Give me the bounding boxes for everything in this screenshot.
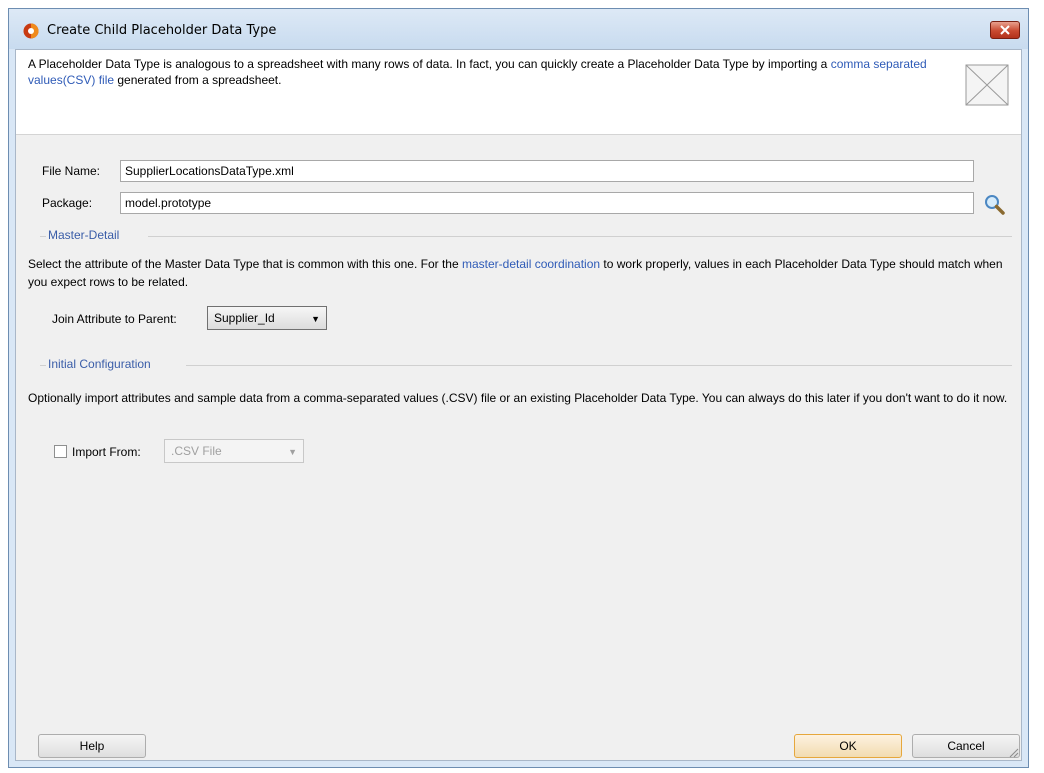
title-bar: Create Child Placeholder Data Type: [9, 9, 1028, 49]
header-text-part1: A Placeholder Data Type is analogous to …: [28, 57, 831, 71]
header-text-part2: generated from a spreadsheet.: [114, 73, 282, 87]
master-detail-coordination-link[interactable]: master-detail coordination: [462, 257, 600, 271]
dialog-window: Create Child Placeholder Data Type A Pla…: [8, 8, 1029, 768]
package-input[interactable]: model.prototype: [120, 192, 974, 214]
header-panel: A Placeholder Data Type is analogous to …: [16, 50, 1021, 135]
cancel-button[interactable]: Cancel: [912, 734, 1020, 758]
close-button[interactable]: [990, 21, 1020, 39]
join-attribute-label: Join Attribute to Parent:: [52, 312, 177, 326]
file-name-label: File Name:: [42, 164, 101, 178]
join-attribute-select[interactable]: Supplier_Id ▼: [207, 306, 327, 330]
import-from-checkbox[interactable]: [54, 445, 67, 458]
resize-grip-icon[interactable]: [1009, 748, 1019, 758]
import-from-label: Import From:: [72, 445, 141, 459]
initial-configuration-description: Optionally import attributes and sample …: [28, 391, 1008, 405]
master-detail-description: Select the attribute of the Master Data …: [28, 255, 1018, 291]
close-icon: [1000, 25, 1010, 35]
master-detail-text-part1: Select the attribute of the Master Data …: [28, 257, 462, 271]
separator-line: [186, 365, 1012, 366]
separator-line: [40, 236, 46, 237]
help-button[interactable]: Help: [38, 734, 146, 758]
search-icon[interactable]: [984, 194, 1006, 216]
import-source-value: .CSV File: [171, 444, 222, 458]
import-source-select[interactable]: .CSV File ▼: [164, 439, 304, 463]
jdeveloper-icon: [23, 23, 39, 39]
separator-line: [40, 365, 46, 366]
ok-button[interactable]: OK: [794, 734, 902, 758]
chevron-down-icon: ▼: [311, 314, 320, 324]
chevron-down-icon: ▼: [288, 447, 297, 457]
initial-configuration-section-label: Initial Configuration: [48, 357, 151, 371]
dialog-content: A Placeholder Data Type is analogous to …: [15, 49, 1022, 761]
file-name-input[interactable]: SupplierLocationsDataType.xml: [120, 160, 974, 182]
package-label: Package:: [42, 196, 93, 210]
window-title: Create Child Placeholder Data Type: [47, 23, 277, 38]
placeholder-image-icon: [965, 64, 1009, 106]
join-attribute-value: Supplier_Id: [214, 311, 275, 325]
master-detail-section-label: Master-Detail: [48, 228, 120, 242]
header-description: A Placeholder Data Type is analogous to …: [28, 56, 928, 88]
separator-line: [148, 236, 1012, 237]
